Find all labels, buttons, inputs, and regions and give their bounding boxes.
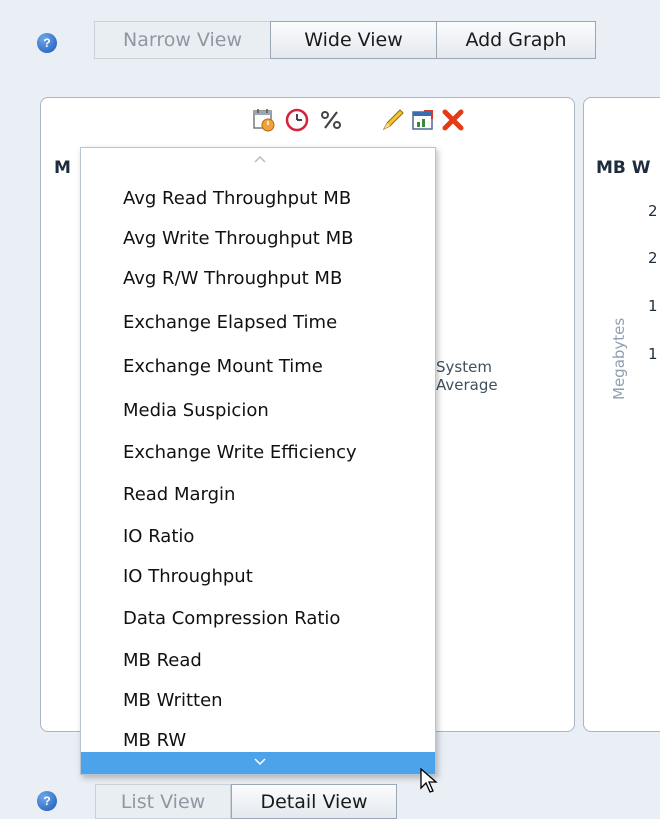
mouse-cursor-icon [420,768,438,793]
dropdown-item[interactable]: MB Written [123,690,223,711]
dropdown-item[interactable]: Data Compression Ratio [123,608,340,629]
add-graph-button[interactable]: Add Graph [436,21,596,59]
legend-system-label: System [436,358,492,376]
right-graph-panel [583,97,660,732]
y-tick-label: 2 [648,249,658,267]
right-panel-title: MB W [596,158,651,178]
calendar-icon[interactable] [251,107,277,133]
y-axis-label: Megabytes [610,317,628,400]
export-icon[interactable] [410,107,436,133]
scroll-up-icon[interactable] [253,154,267,164]
narrow-view-button[interactable]: Narrow View [94,21,271,59]
clock-icon[interactable] [284,107,310,133]
dropdown-item[interactable]: MB RW [123,730,186,751]
dropdown-item[interactable]: IO Throughput [123,566,253,587]
y-tick-label: 1 [648,345,658,363]
dropdown-item[interactable]: Read Margin [123,484,235,505]
legend-average-label: Average [436,376,498,394]
dropdown-item[interactable]: MB Read [123,650,202,671]
dropdown-item[interactable]: Avg Read Throughput MB [123,188,351,209]
dropdown-item[interactable]: Avg Write Throughput MB [123,228,353,249]
help-icon[interactable]: ? [37,791,57,811]
scroll-down-icon[interactable] [253,757,267,767]
dropdown-item[interactable]: Avg R/W Throughput MB [123,268,342,289]
y-tick-label: 1 [648,297,658,315]
dropdown-item[interactable]: Exchange Elapsed Time [123,312,337,333]
delete-icon[interactable] [440,107,466,133]
pencil-icon[interactable] [380,107,406,133]
dropdown-item[interactable]: Media Suspicion [123,400,269,421]
y-tick-label: 2 [648,202,658,220]
graph-type-dropdown[interactable]: Avg Read Throughput MB Avg Write Through… [80,147,436,775]
list-view-tab[interactable]: List View [95,784,231,819]
dropdown-item[interactable]: Exchange Mount Time [123,356,323,377]
detail-view-tab[interactable]: Detail View [231,784,397,819]
scroll-down-area[interactable] [81,752,435,774]
dropdown-item[interactable]: IO Ratio [123,526,194,547]
percent-icon[interactable] [318,107,344,133]
wide-view-button[interactable]: Wide View [270,21,437,59]
help-icon[interactable]: ? [37,33,57,53]
left-panel-title: M [54,158,71,178]
dropdown-item[interactable]: Exchange Write Efficiency [123,442,357,463]
